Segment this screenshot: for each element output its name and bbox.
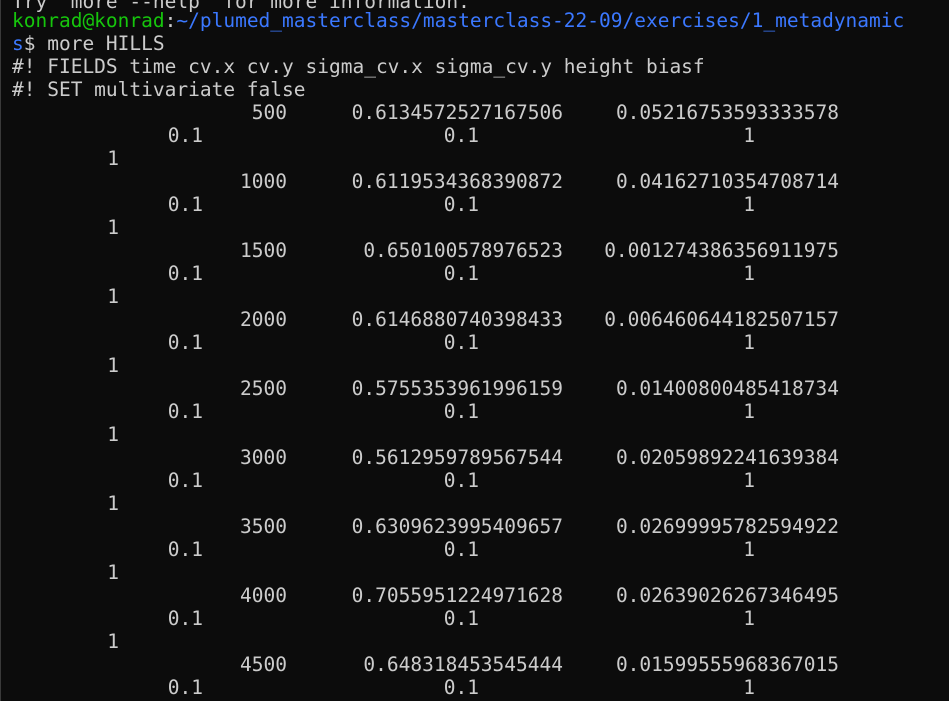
prompt-path: ~/plumed_masterclass/masterclass-22-09/e… — [176, 9, 905, 32]
hills-cv-y: 0.01599555968367015 — [615, 653, 839, 676]
hills-biasf: 1 — [107, 630, 119, 653]
prompt-line: konrad@konrad:~/plumed_masterclass/maste… — [12, 9, 904, 32]
hills-sigma-cv-x: 0.1 — [167, 331, 203, 354]
hills-biasf: 1 — [107, 354, 119, 377]
hills-biasf: 1 — [107, 561, 119, 584]
hills-cv-x: 0.650100578976523 — [363, 239, 563, 262]
hills-cv-y: 0.02059892241639384 — [615, 446, 839, 469]
hills-height: 1 — [743, 469, 755, 492]
prompt-separator: : — [164, 9, 177, 32]
hills-biasf: 1 — [107, 285, 119, 308]
hills-sigma-cv-y: 0.1 — [443, 124, 479, 147]
hills-sigma-cv-y: 0.1 — [443, 607, 479, 630]
hills-biasf: 1 — [107, 423, 119, 446]
hills-cv-x: 0.648318453545444 — [363, 653, 563, 676]
hills-sigma-cv-y: 0.1 — [443, 331, 479, 354]
hills-biasf: 1 — [107, 147, 119, 170]
hills-sigma-cv-x: 0.1 — [167, 400, 203, 423]
hills-sigma-cv-y: 0.1 — [443, 262, 479, 285]
hills-sigma-cv-y: 0.1 — [443, 676, 479, 699]
hills-sigma-cv-x: 0.1 — [167, 193, 203, 216]
hills-sigma-cv-y: 0.1 — [443, 538, 479, 561]
hills-height: 1 — [743, 400, 755, 423]
hills-cv-x: 0.6134572527167506 — [351, 101, 563, 124]
hills-cv-x: 0.6119534368390872 — [351, 170, 563, 193]
hills-time: 3000 — [240, 446, 287, 469]
terminal-window[interactable]: Try 'more --help' for more information. … — [0, 0, 949, 701]
hills-time: 4500 — [240, 653, 287, 676]
hills-time: 500 — [251, 101, 287, 124]
hills-cv-y: 0.001274386356911975 — [604, 239, 839, 262]
command-line[interactable]: s$ more HILLS — [12, 32, 165, 55]
hills-height: 1 — [743, 262, 755, 285]
hills-height: 1 — [743, 193, 755, 216]
hills-cv-y: 0.01400800485418734 — [615, 377, 839, 400]
hills-height: 1 — [743, 676, 755, 699]
prompt-user-host: konrad@konrad — [12, 9, 165, 32]
hills-time: 1000 — [240, 170, 287, 193]
hills-sigma-cv-x: 0.1 — [167, 676, 203, 699]
hills-time: 2000 — [240, 308, 287, 331]
hills-cv-x: 0.6146880740398433 — [351, 308, 563, 331]
hills-height: 1 — [743, 331, 755, 354]
hills-height: 1 — [743, 607, 755, 630]
hills-cv-y: 0.02699995782594922 — [615, 515, 839, 538]
hills-height: 1 — [743, 538, 755, 561]
hills-cv-x: 0.5612959789567544 — [351, 446, 563, 469]
hills-sigma-cv-y: 0.1 — [443, 193, 479, 216]
hills-cv-x: 0.5755353961996159 — [351, 377, 563, 400]
hills-cv-y: 0.05216753593333578 — [615, 101, 839, 124]
hills-time: 1500 — [240, 239, 287, 262]
hills-sigma-cv-y: 0.1 — [443, 469, 479, 492]
hills-height: 1 — [743, 124, 755, 147]
hills-time: 4000 — [240, 584, 287, 607]
hills-cv-y: 0.006460644182507157 — [604, 308, 839, 331]
hills-time: 2500 — [240, 377, 287, 400]
hills-sigma-cv-y: 0.1 — [443, 400, 479, 423]
hills-header-set: #! SET multivariate false — [12, 78, 306, 101]
hills-biasf: 1 — [107, 216, 119, 239]
hills-cv-y: 0.02639026267346495 — [615, 584, 839, 607]
prompt-path-wrap: s — [12, 32, 24, 55]
hills-sigma-cv-x: 0.1 — [167, 607, 203, 630]
hills-sigma-cv-x: 0.1 — [167, 124, 203, 147]
hills-cv-x: 0.7055951224971628 — [351, 584, 563, 607]
hills-header-fields: #! FIELDS time cv.x cv.y sigma_cv.x sigm… — [12, 55, 705, 78]
hills-cv-x: 0.6309623995409657 — [351, 515, 563, 538]
command-text: more HILLS — [47, 32, 165, 55]
prompt-symbol: $ — [23, 32, 48, 55]
hills-sigma-cv-x: 0.1 — [167, 538, 203, 561]
hills-time: 3500 — [240, 515, 287, 538]
hills-sigma-cv-x: 0.1 — [167, 262, 203, 285]
hills-cv-y: 0.04162710354708714 — [615, 170, 839, 193]
hills-biasf: 1 — [107, 492, 119, 515]
hills-sigma-cv-x: 0.1 — [167, 469, 203, 492]
